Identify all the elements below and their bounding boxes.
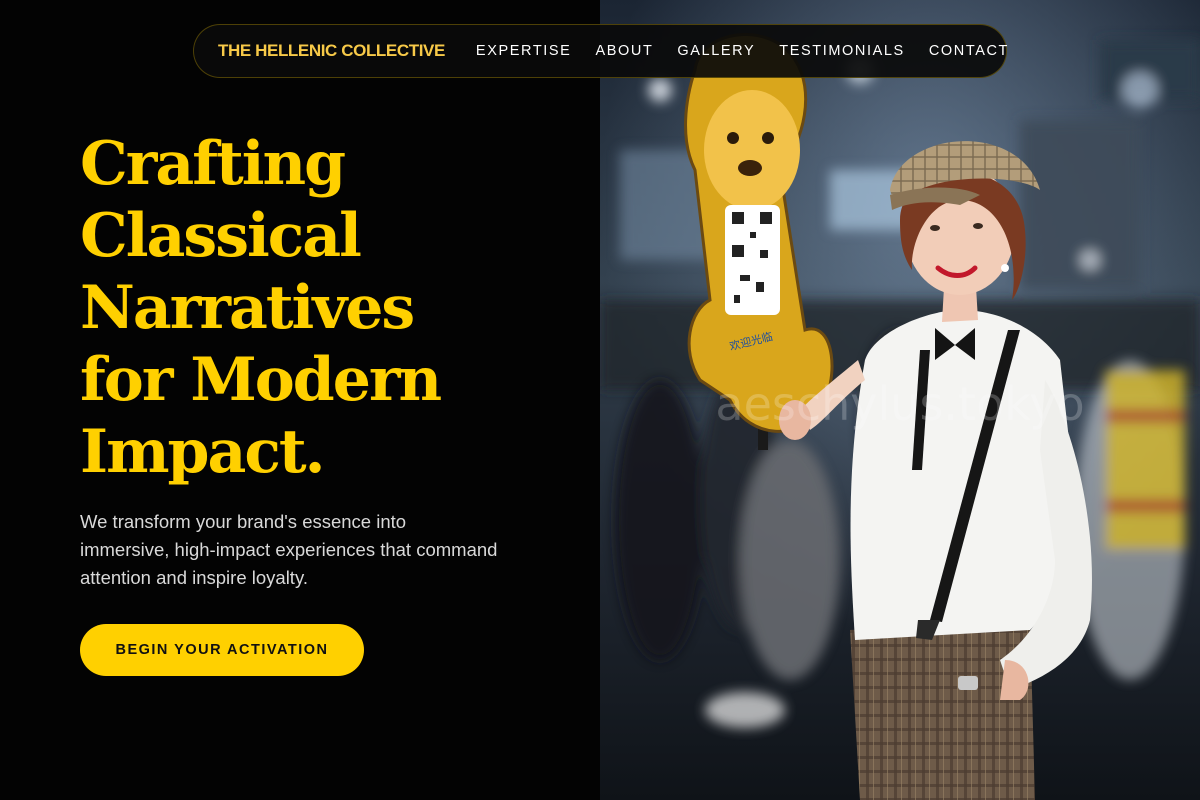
nav-link-contact[interactable]: CONTACT xyxy=(929,43,1009,59)
hero-title-line: Classical xyxy=(80,201,362,271)
hero-title-line: Crafting xyxy=(80,129,346,199)
nav-link-expertise[interactable]: EXPERTISE xyxy=(476,43,572,59)
nav-link-testimonials[interactable]: TESTIMONIALS xyxy=(779,43,905,59)
hero-subtitle: We transform your brand's essence into i… xyxy=(80,511,498,588)
top-navigation: THE HELLENIC COLLECTIVE EXPERTISE ABOUT … xyxy=(193,24,1007,78)
hero-title-line: Impact. xyxy=(80,417,326,487)
brand-logo[interactable]: THE HELLENIC COLLECTIVE xyxy=(218,41,445,61)
hero-title-line: for Modern xyxy=(80,345,442,415)
nav-link-gallery[interactable]: GALLERY xyxy=(677,43,755,59)
photo-watermark: aeschylus.tokyo xyxy=(715,377,1084,431)
hero-photo: 欢迎光临 aeschylus.tokyo xyxy=(600,0,1200,800)
nav-link-about[interactable]: ABOUT xyxy=(595,43,653,59)
hero-title: Crafting Classical Narratives for Modern… xyxy=(80,128,580,488)
begin-activation-button[interactable]: BEGIN YOUR ACTIVATION xyxy=(80,624,364,676)
hero-title-line: Narratives xyxy=(80,273,415,343)
